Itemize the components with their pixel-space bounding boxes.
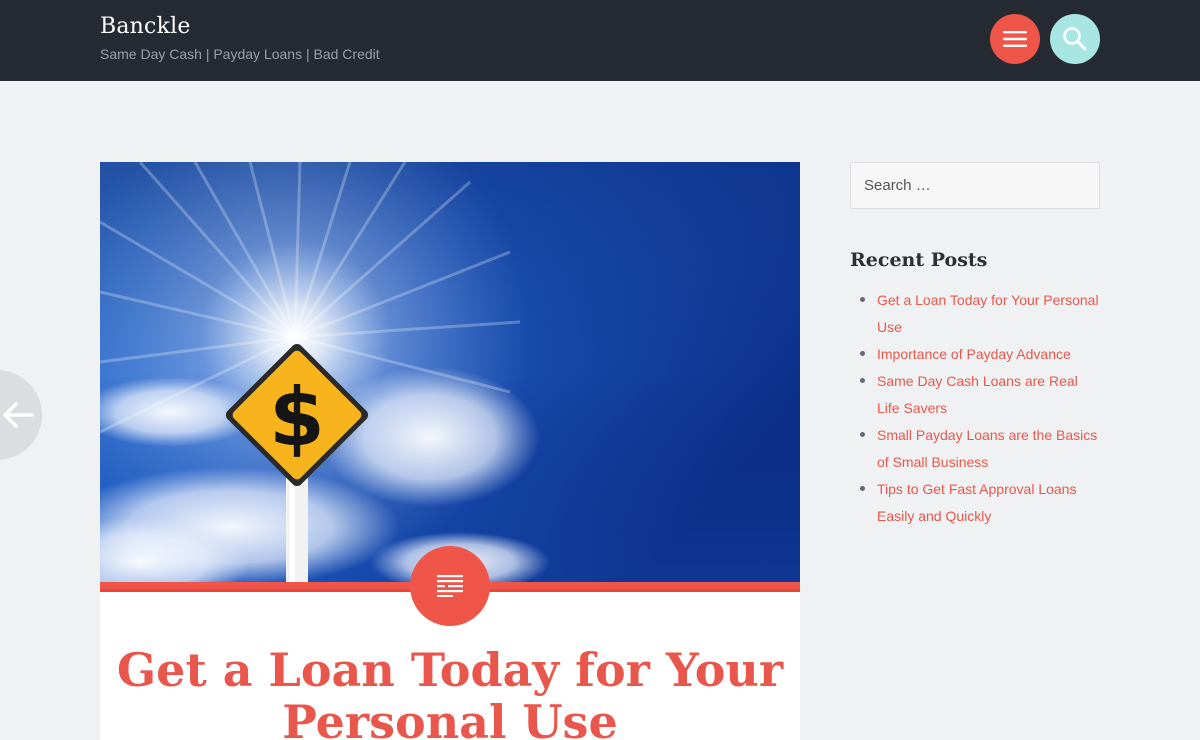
site-header: Banckle Same Day Cash | Payday Loans | B… (0, 0, 1200, 81)
menu-button[interactable] (990, 14, 1040, 64)
dollar-sign-glyph: $ (269, 371, 325, 464)
recent-post-link[interactable]: Same Day Cash Loans are Real Life Savers (877, 373, 1078, 416)
post-title[interactable]: Get a Loan Today for Your Personal Use (100, 644, 800, 740)
magnifier-icon (1063, 27, 1087, 51)
featured-image[interactable]: $ (100, 162, 800, 582)
recent-posts-title: Recent Posts (850, 249, 988, 271)
list-item: Get a Loan Today for Your Personal Use (850, 287, 1100, 341)
dollar-road-sign-image: $ (100, 162, 800, 582)
search-input[interactable] (850, 162, 1100, 209)
list-item: Importance of Payday Advance (850, 341, 1100, 368)
list-item: Tips to Get Fast Approval Loans Easily a… (850, 476, 1100, 530)
hamburger-menu-icon (1003, 31, 1027, 47)
recent-post-link[interactable]: Small Payday Loans are the Basics of Sma… (877, 427, 1097, 470)
search-toggle-button[interactable] (1050, 14, 1100, 64)
list-item: Same Day Cash Loans are Real Life Savers (850, 368, 1100, 422)
post-article: $ Get a Loan Today for Your Personal Use (100, 162, 800, 740)
post-format-badge (410, 546, 490, 626)
previous-post-button[interactable] (0, 370, 42, 460)
recent-post-link[interactable]: Importance of Payday Advance (877, 346, 1071, 362)
recent-post-link[interactable]: Get a Loan Today for Your Personal Use (877, 292, 1099, 335)
text-format-icon (437, 575, 463, 597)
recent-post-link[interactable]: Tips to Get Fast Approval Loans Easily a… (877, 481, 1076, 524)
site-title[interactable]: Banckle (100, 14, 191, 39)
recent-posts-list: Get a Loan Today for Your Personal Use I… (850, 287, 1100, 530)
arrow-left-icon (3, 402, 34, 428)
site-tagline: Same Day Cash | Payday Loans | Bad Credi… (100, 46, 380, 62)
list-item: Small Payday Loans are the Basics of Sma… (850, 422, 1100, 476)
